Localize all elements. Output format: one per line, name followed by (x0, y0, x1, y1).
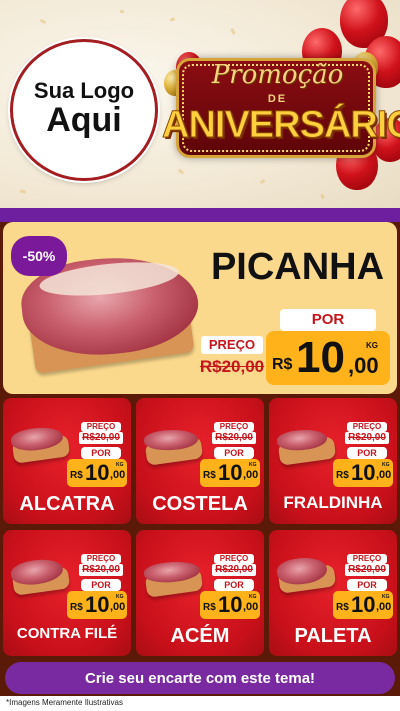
unit-label: KG (382, 594, 390, 600)
old-price: R$20,00 (345, 432, 389, 444)
product-name: ALCATRA (19, 493, 115, 515)
price-cents: ,00 (110, 601, 126, 613)
unit-label: KG (249, 594, 257, 600)
preco-label: PREÇO (201, 336, 263, 354)
logo-text-line1: Sua Logo (33, 78, 135, 104)
price-integer: 10 (296, 333, 345, 382)
discount-badge: -50% (11, 236, 67, 276)
divider-strip (0, 208, 400, 222)
price-cents: ,00 (348, 353, 379, 378)
confetti (259, 178, 266, 185)
price-box: R$ 10,00 KG (333, 459, 393, 487)
price-box: R$ 10,00 KG (200, 459, 260, 487)
product-card[interactable]: PREÇO R$20,00 POR R$ 10,00 KG PALETA (269, 530, 397, 656)
product-card[interactable]: PREÇO R$20,00 POR R$ 10,00 KG ALCATRA (3, 398, 131, 524)
unit-label: KG (116, 594, 124, 600)
unit-label: KG (116, 462, 124, 468)
confetti (120, 10, 124, 13)
por-label: POR (347, 447, 387, 459)
por-label: POR (81, 447, 121, 459)
preco-label: PREÇO (81, 422, 121, 432)
old-price: R$20,00 (79, 432, 123, 444)
confetti (177, 168, 185, 175)
price-integer: 10 (351, 592, 376, 617)
currency-symbol: R$ (336, 602, 349, 613)
product-name: CONTRA FILÉ (16, 625, 118, 642)
product-name: FRALDINHA (283, 493, 383, 512)
confetti (169, 17, 176, 22)
currency-symbol: R$ (203, 470, 216, 481)
old-price: R$20,00 (212, 432, 256, 444)
product-card[interactable]: PREÇO R$20,00 POR R$ 10,00 KG FRALDINHA (269, 398, 397, 524)
unit-label: KG (382, 462, 390, 468)
old-price: R$20,00 (345, 564, 389, 576)
price-cents: ,00 (243, 469, 259, 481)
header-banner: Promoção DE ANIVERSÁRIO Sua Logo Aqui (0, 0, 400, 210)
old-price: R$20,00 (79, 564, 123, 576)
price-cents: ,00 (376, 469, 392, 481)
currency-symbol: R$ (203, 602, 216, 613)
preco-label: PREÇO (347, 422, 387, 432)
preco-label: PREÇO (214, 422, 254, 432)
price-box: R$ 10,00 KG (67, 459, 127, 487)
price-integer: 10 (85, 592, 110, 617)
price-integer: 10 (85, 460, 110, 485)
preco-label: PREÇO (81, 554, 121, 564)
currency-symbol: R$ (70, 470, 83, 481)
price-box: R$ 10,00 KG (333, 591, 393, 619)
cta-button[interactable]: Crie seu encarte com este tema! (5, 662, 395, 694)
confetti (39, 18, 47, 25)
por-label: POR (214, 447, 254, 459)
price-box: R$ 10,00 KG (200, 591, 260, 619)
preco-label: PREÇO (214, 554, 254, 564)
price-cents: ,00 (376, 601, 392, 613)
price-integer: 10 (351, 460, 376, 485)
featured-price-box: R$ 10 ,00 KG (266, 331, 390, 385)
price-box: R$ 10,00 KG (67, 591, 127, 619)
unit-label: KG (249, 462, 257, 468)
price-integer: 10 (218, 460, 243, 485)
product-card[interactable]: PREÇO R$20,00 POR R$ 10,00 KG ACÉM (136, 530, 264, 656)
confetti (320, 193, 325, 200)
old-price: R$20,00 (212, 564, 256, 576)
product-card[interactable]: PREÇO R$20,00 POR R$ 10,00 KG COSTELA (136, 398, 264, 524)
currency-symbol: R$ (272, 356, 293, 373)
old-price: R$20,00 (199, 357, 265, 376)
promo-title: Promoção (211, 60, 344, 90)
footnote: *Imagens Meramente Ilustrativas (6, 698, 123, 707)
product-name: ACÉM (170, 625, 230, 647)
product-name: PALETA (294, 625, 372, 647)
store-logo-placeholder[interactable]: Sua Logo Aqui (10, 39, 158, 181)
por-label: POR (81, 579, 121, 591)
price-integer: 10 (218, 592, 243, 617)
unit-label: KG (366, 341, 378, 350)
price-cents: ,00 (243, 601, 259, 613)
promo-subtitle: ANIVERSÁRIO (162, 104, 400, 147)
logo-text-line2: Aqui (46, 101, 122, 140)
product-card[interactable]: PREÇO R$20,00 POR R$ 10,00 KG CONTRA FILÉ (3, 530, 131, 656)
currency-symbol: R$ (336, 470, 349, 481)
price-cents: ,00 (110, 469, 126, 481)
confetti (19, 189, 27, 194)
por-label: POR (347, 579, 387, 591)
featured-product-name: PICANHA (210, 246, 385, 288)
por-label: POR (280, 309, 376, 331)
preco-label: PREÇO (347, 554, 387, 564)
por-label: POR (214, 579, 254, 591)
confetti (230, 28, 236, 35)
product-name: COSTELA (152, 493, 248, 515)
currency-symbol: R$ (70, 602, 83, 613)
